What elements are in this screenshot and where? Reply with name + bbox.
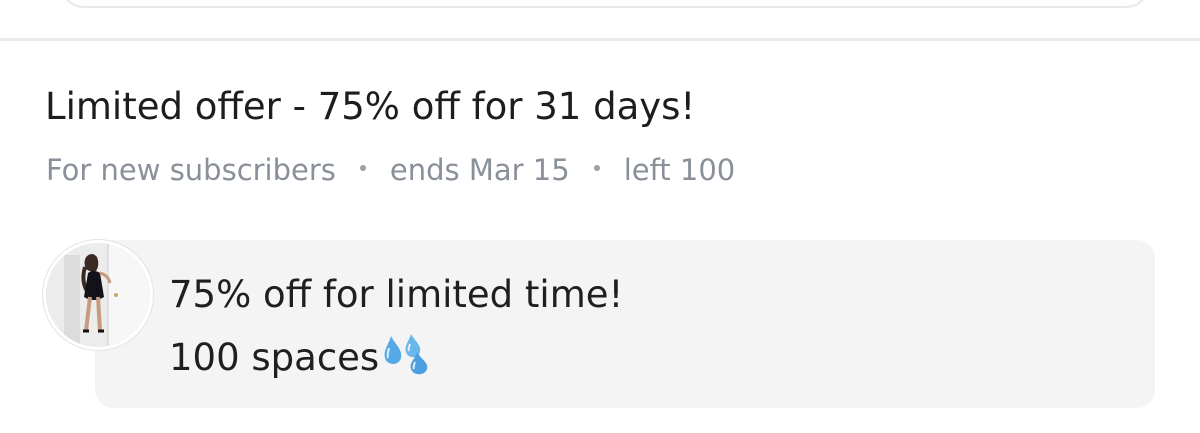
- separator-dot: [359, 165, 366, 171]
- message-text-2: 100 spaces: [169, 335, 380, 379]
- section-divider: [0, 38, 1200, 41]
- offer-title: Limited offer - 75% off for 31 days!: [45, 85, 696, 128]
- message-line-1: 75% off for limited time!: [169, 264, 1155, 326]
- separator-dot: [593, 165, 600, 171]
- search-field[interactable]: [60, 0, 1150, 8]
- avatar-photo: [46, 243, 150, 347]
- message-bubble: 75% off for limited time! 100 spaces: [95, 240, 1155, 408]
- offer-end-date: ends Mar 15: [389, 153, 570, 187]
- sweat-droplets-icon: [381, 332, 435, 395]
- message-line-2: 100 spaces: [169, 326, 1155, 389]
- offer-remaining: left 100: [623, 153, 736, 187]
- message-text-1: 75% off for limited time!: [169, 273, 624, 316]
- avatar[interactable]: [43, 240, 153, 350]
- offer-meta: For new subscribers ends Mar 15 left 100: [46, 150, 735, 190]
- offer-audience: For new subscribers: [46, 153, 336, 187]
